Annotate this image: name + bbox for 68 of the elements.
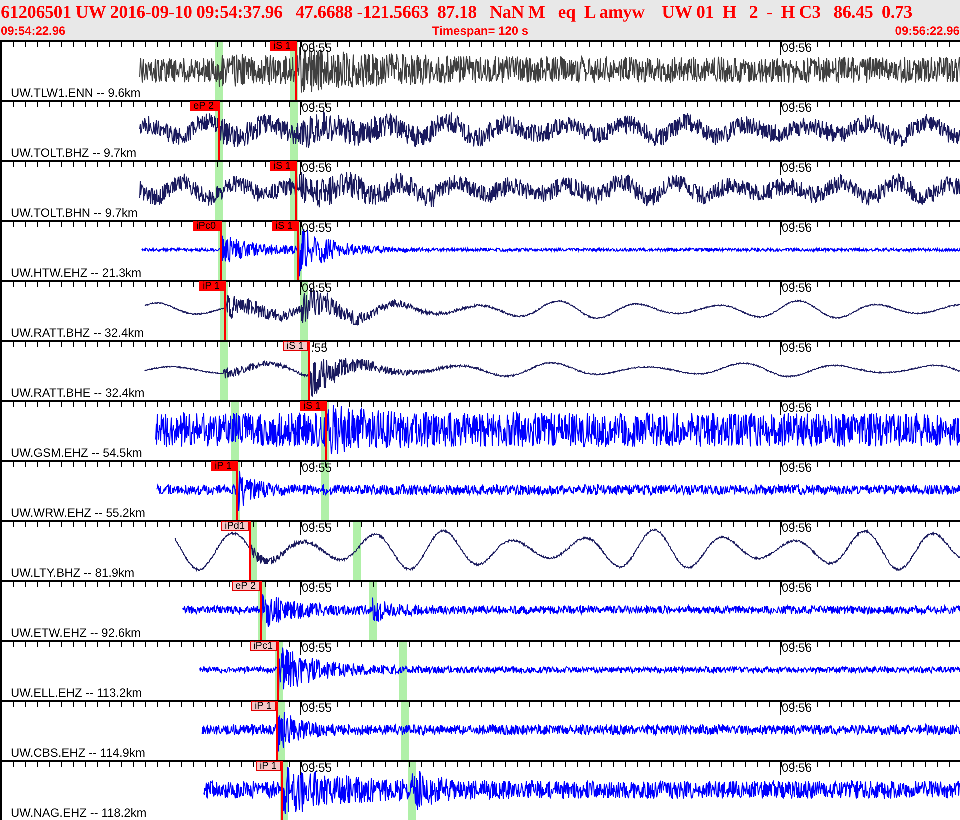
time-tick-label: 09:55 — [300, 702, 332, 715]
station-label: UW.HTW.EHZ -- 21.3km — [11, 267, 142, 280]
time-tick-label: 09:55 — [300, 462, 332, 475]
phase-pick-flag[interactable]: iS 1 — [270, 41, 295, 51]
time-tick-label: 09:56 — [780, 222, 812, 235]
station-label: UW.GSM.EHZ -- 54.5km — [11, 447, 142, 460]
time-tick-label: 09:56 — [780, 462, 812, 475]
time-tick-label: 09:55 — [300, 282, 332, 295]
time-tick-label: 09:55 — [300, 522, 332, 535]
time-tick-label: 09:56 — [780, 102, 812, 115]
pick-line — [308, 341, 310, 400]
phase-pick-flag[interactable]: eP 2 — [190, 101, 218, 111]
pick-line — [325, 401, 327, 460]
station-label: UW.RATT.BHZ -- 32.4km — [11, 327, 144, 340]
station-label: UW.TOLT.BHZ -- 9.7km — [11, 147, 137, 160]
phase-pick-flag[interactable]: iS 1 — [300, 401, 325, 411]
station-label: UW.ETW.EHZ -- 92.6km — [11, 627, 142, 640]
phase-pick-flag[interactable]: iP 1 — [198, 281, 224, 291]
phase-pick-flag[interactable]: iP 1 — [250, 701, 276, 711]
arrival-band — [353, 522, 361, 580]
timespan: Timespan= 120 s — [432, 25, 529, 38]
station-label: UW.LTY.BHZ -- 81.9km — [11, 567, 135, 580]
phase-pick-flag[interactable]: iPc0 — [192, 221, 220, 231]
time-tick-label: 09:56 — [780, 162, 812, 175]
phase-pick-flag[interactable]: iS 1 — [270, 161, 295, 171]
time-tick-label: 09:55 — [300, 762, 332, 775]
time-tick-label: 09:56 — [780, 642, 812, 655]
time-tick-label: 09:56 — [780, 42, 812, 55]
pick-line — [295, 41, 297, 100]
time-tick-label: 09:56 — [780, 342, 812, 355]
arrival-band — [220, 342, 228, 400]
arrival-band — [401, 702, 409, 760]
station-label: UW.RATT.BHE -- 32.4km — [11, 387, 145, 400]
station-label: UW.ELL.EHZ -- 113.2km — [11, 687, 142, 700]
pick-line — [224, 281, 226, 340]
pick-line — [249, 521, 251, 580]
time-tick-label: 09:55 — [300, 222, 332, 235]
time-tick-label: 09:55 — [300, 102, 332, 115]
phase-pick-flag[interactable]: iP 1 — [256, 761, 281, 771]
station-label: UW.TOLT.BHN -- 9.7km — [11, 207, 138, 220]
station-label: UW.TLW1.ENN -- 9.6km — [11, 87, 141, 100]
pick-line — [218, 101, 220, 160]
time-tick-label: 09:55 — [300, 642, 332, 655]
time-tick-label: 09:56 — [780, 702, 812, 715]
event-summary: 61206501 UW 2016-09-10 09:54:37.96 47.6688 -121.5663 87.18 NaN M eq L amyw UW 01 H 2 - H C3 86.45 0.73 — [1, 1, 913, 24]
time-tick-label: 09:56 — [780, 402, 812, 415]
arrival-band — [399, 642, 407, 700]
phase-pick-flag[interactable]: iPd1 — [220, 521, 249, 531]
time-tick-label: 09:56 — [780, 282, 812, 295]
time-tick-label: 09:56 — [780, 762, 812, 775]
start-time: 09:54:22.96 — [1, 25, 66, 38]
station-label: UW.CBS.EHZ -- 114.9km — [11, 747, 146, 760]
phase-pick-flag[interactable]: iS 1 — [282, 341, 308, 351]
end-time: 09:56:22.96 — [895, 25, 960, 38]
phase-pick-flag[interactable]: iS 1 — [272, 221, 297, 231]
pick-line — [281, 761, 283, 820]
phase-pick-flag[interactable]: iPc1 — [250, 641, 277, 651]
pick-line — [220, 221, 222, 280]
time-tick-label: 09:56 — [780, 522, 812, 535]
phase-pick-flag[interactable]: eP 2 — [232, 581, 260, 591]
phase-pick-flag[interactable]: iP 1 — [210, 461, 236, 471]
pick-line — [236, 461, 238, 520]
station-label: UW.NAG.EHZ -- 118.2km — [11, 807, 147, 820]
station-label: UW.WRW.EHZ -- 55.2km — [11, 507, 146, 520]
time-tick-label: 09:55 — [300, 582, 332, 595]
pick-line — [260, 581, 262, 640]
time-tick-label: 09:56 — [300, 162, 332, 175]
time-tick-label: 09:56 — [780, 582, 812, 595]
